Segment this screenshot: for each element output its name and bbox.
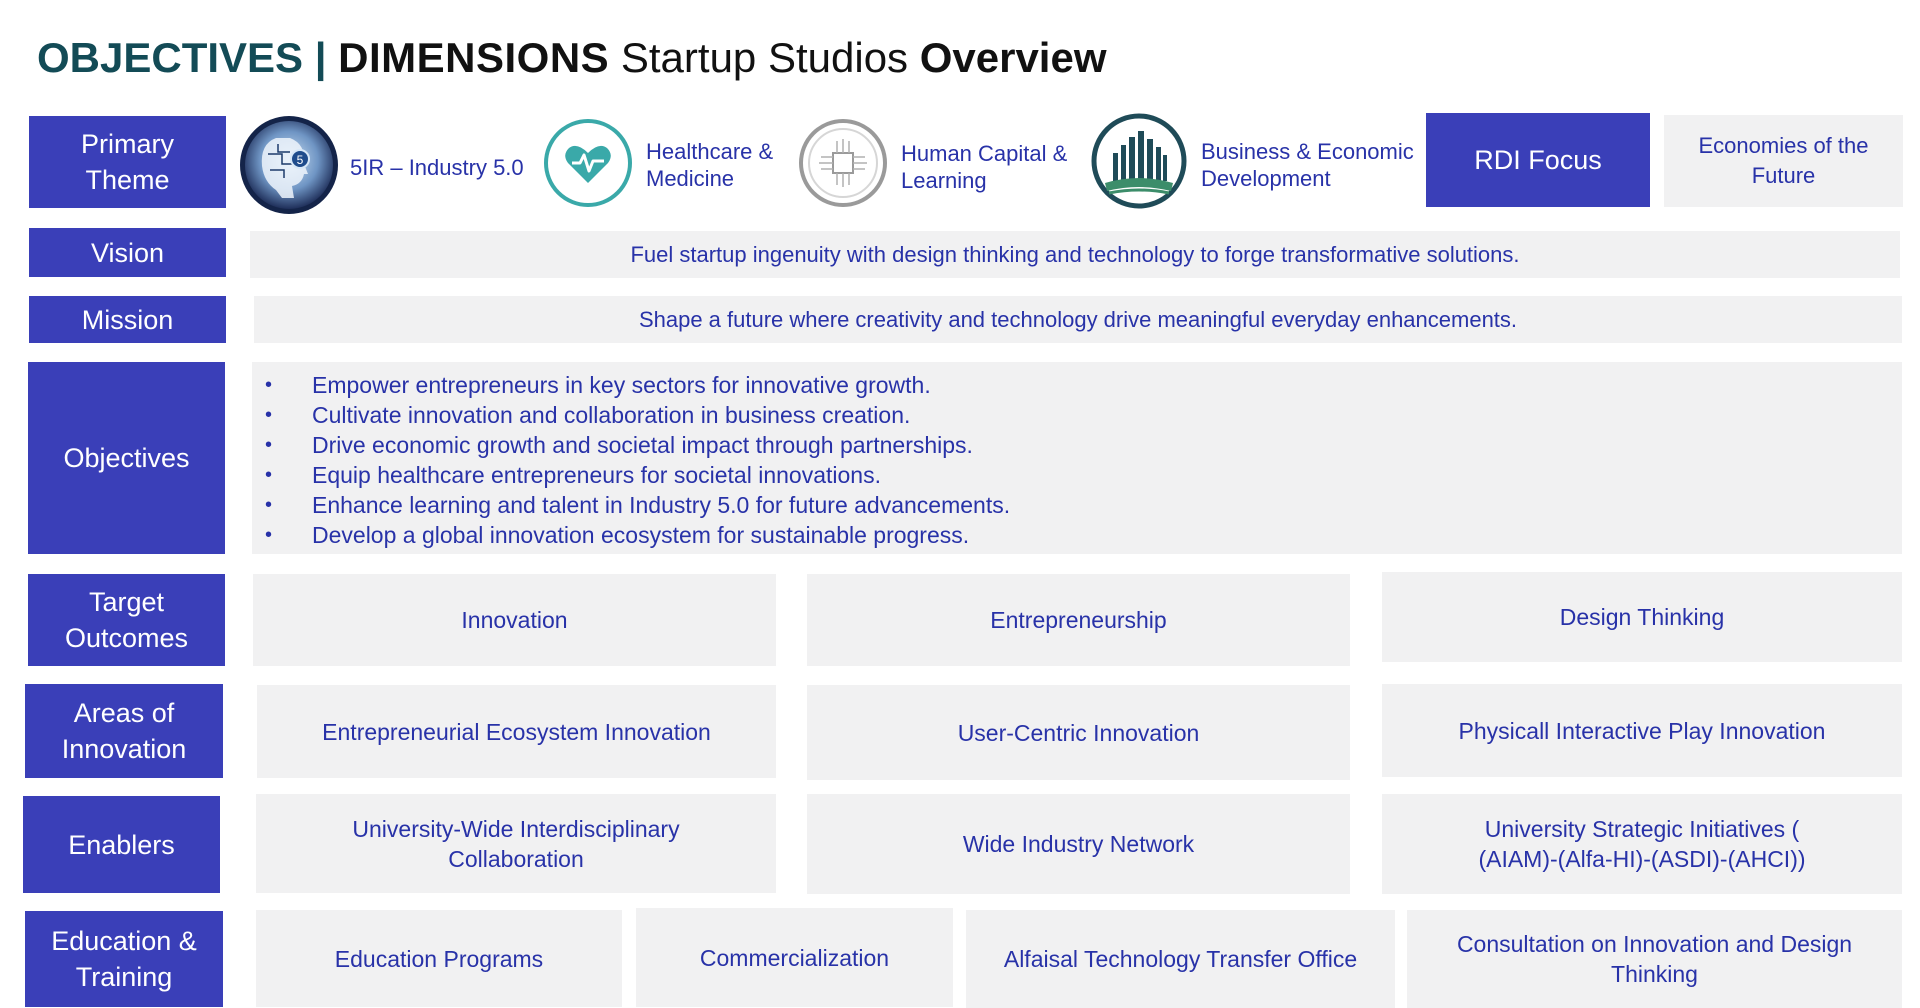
area-user-centric: User-Centric Innovation — [807, 685, 1350, 780]
outcome-entrepreneurship: Entrepreneurship — [807, 574, 1350, 666]
objectives-list: • Empower entrepreneurs in key sectors fo… — [252, 362, 1902, 554]
theme-label-industry: 5IR – Industry 5.0 — [350, 154, 524, 180]
label-objectives: Objectives — [28, 362, 225, 554]
rdi-focus: RDI Focus — [1426, 113, 1650, 207]
page-title: OBJECTIVES | DIMENSIONS Startup Studios … — [37, 28, 1107, 88]
title-dimensions: DIMENSIONS — [338, 34, 610, 81]
robot-head-icon: 5 — [238, 114, 340, 216]
list-item: • Empower entrepreneurs in key sectors fo… — [265, 372, 931, 398]
list-item: • Equip healthcare entrepreneurs for soci… — [265, 462, 881, 488]
area-ecosystem-innovation: Entrepreneurial Ecosystem Innovation — [257, 685, 776, 778]
label-areas-of-innovation: Areas of Innovation — [25, 684, 223, 778]
title-startup: Startup Studios — [620, 34, 909, 81]
enabler-industry-network: Wide Industry Network — [807, 794, 1350, 894]
svg-text:5: 5 — [297, 153, 304, 167]
title-objectives: OBJECTIVES | — [37, 34, 327, 81]
label-primary-theme: Primary Theme — [29, 116, 226, 208]
heart-icon — [542, 117, 634, 209]
label-enablers: Enablers — [23, 796, 220, 893]
label-target-outcomes: Target Outcomes — [28, 574, 225, 666]
education-programs: Education Programs — [256, 910, 622, 1007]
label-mission: Mission — [29, 296, 226, 343]
vision-statement: Fuel startup ingenuity with design think… — [250, 231, 1900, 278]
label-vision: Vision — [29, 228, 226, 277]
label-education-training: Education & Training — [25, 911, 223, 1007]
city-icon — [1091, 113, 1187, 209]
enabler-collaboration: University-Wide Interdisciplinary Collab… — [256, 794, 776, 893]
outcome-design-thinking: Design Thinking — [1382, 572, 1902, 662]
economies-of-the-future: Economies of the Future — [1664, 115, 1903, 207]
title-overview: Overview — [919, 34, 1107, 81]
consultation-innovation-design: Consultation on Innovation and Design Th… — [1407, 910, 1902, 1008]
theme-label-healthcare: Healthcare & Medicine — [646, 139, 774, 191]
theme-label-business: Business & Economic Development — [1201, 139, 1414, 191]
list-item: • Cultivate innovation and collaboration … — [265, 402, 911, 428]
list-item: • Drive economic growth and societal impa… — [265, 432, 973, 458]
area-interactive-play: Physicall Interactive Play Innovation — [1382, 684, 1902, 777]
mission-statement: Shape a future where creativity and tech… — [254, 296, 1902, 343]
technology-transfer-office: Alfaisal Technology Transfer Office — [966, 910, 1395, 1008]
outcome-innovation: Innovation — [253, 574, 776, 666]
enabler-strategic-initiatives: University Strategic Initiatives ( (AIAM… — [1382, 794, 1902, 894]
theme-label-human-capital: Human Capital & Learning — [901, 141, 1068, 193]
list-item: • Develop a global innovation ecosystem f… — [265, 522, 970, 548]
circuit-icon — [797, 117, 889, 209]
list-item: • Enhance learning and talent in Industry… — [265, 492, 1011, 518]
commercialization: Commercialization — [636, 908, 953, 1007]
